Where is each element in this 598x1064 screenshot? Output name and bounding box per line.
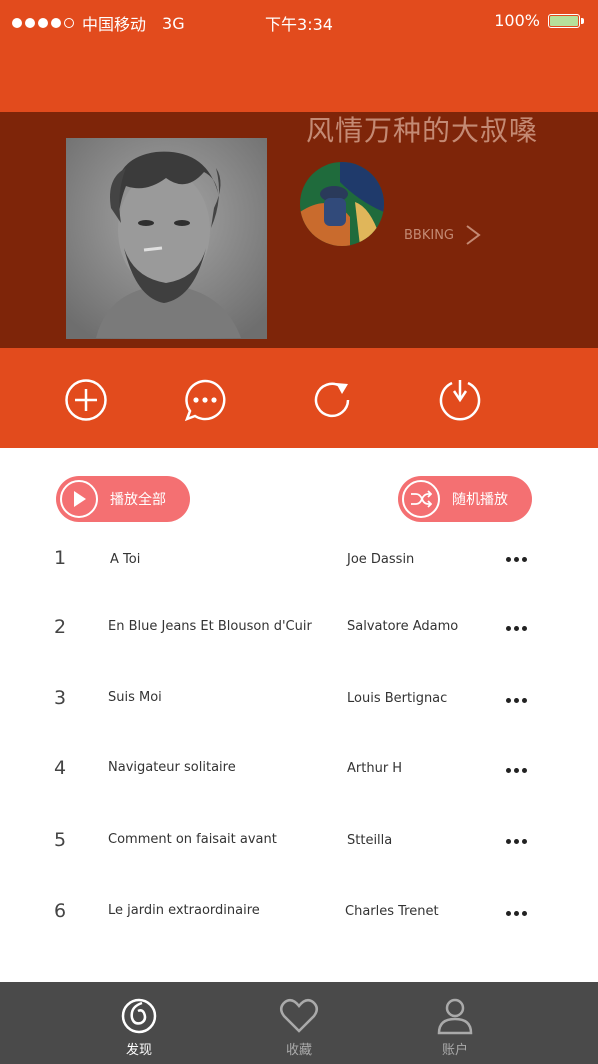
nav-bar (0, 42, 598, 112)
tab-account[interactable]: 账户 (395, 982, 515, 1064)
tab-discover[interactable]: 发现 (79, 982, 199, 1064)
tab-favorites[interactable]: 收藏 (239, 982, 359, 1064)
creator-link[interactable]: BBKING (404, 224, 482, 246)
play-controls: 播放全部 随机播放 (0, 476, 598, 522)
action-bar (0, 348, 598, 448)
song-number: 1 (54, 547, 67, 569)
creator-avatar[interactable] (300, 162, 384, 246)
shuffle-label: 随机播放 (452, 492, 508, 508)
tab-label: 发现 (125, 1043, 152, 1058)
song-title: Navigateur solitaire (108, 760, 236, 775)
add-icon[interactable] (64, 378, 108, 422)
song-title: Suis Moi (108, 690, 162, 705)
more-icon[interactable] (506, 911, 527, 916)
song-row[interactable]: 6 Le jardin extraordinaire Charles Trene… (0, 875, 598, 945)
song-number: 2 (54, 616, 67, 638)
status-right: 100% (494, 11, 584, 30)
playlist-title: 风情万种的大叔嗓 (306, 114, 539, 147)
song-artist: Charles Trenet (345, 904, 439, 919)
more-icon[interactable] (506, 839, 527, 844)
more-icon[interactable] (506, 698, 527, 703)
tab-bar: 发现 收藏 账户 (0, 982, 598, 1064)
tab-label: 收藏 (285, 1043, 312, 1058)
song-artist: Joe Dassin (347, 552, 415, 567)
song-number: 5 (54, 829, 67, 851)
shuffle-button[interactable]: 随机播放 (398, 476, 532, 522)
chevron-right-icon (466, 225, 481, 245)
battery-percent: 100% (494, 11, 540, 30)
status-bar: 中国移动 3G 下午3:34 100% (0, 0, 598, 42)
song-artist: Arthur H (347, 761, 403, 776)
song-row[interactable]: 1 A Toi Joe Dassin (0, 525, 598, 595)
more-icon[interactable] (506, 768, 527, 773)
heart-icon (280, 998, 318, 1033)
song-title: Comment on faisait avant (108, 832, 277, 847)
playlist-header: 风情万种的大叔嗓 BBKING (0, 112, 598, 348)
song-artist: Salvatore Adamo (347, 619, 459, 634)
more-icon[interactable] (506, 557, 527, 562)
song-number: 6 (54, 900, 67, 922)
song-row[interactable]: 3 Suis Moi Louis Bertignac (0, 665, 598, 735)
song-number: 4 (54, 757, 67, 779)
song-artist: Louis Bertignac (347, 691, 448, 706)
shuffle-icon (402, 480, 440, 518)
song-row[interactable]: 2 En Blue Jeans Et Blouson d'Cuir Salvat… (0, 595, 598, 665)
play-all-button[interactable]: 播放全部 (56, 476, 190, 522)
song-row[interactable]: 5 Comment on faisait avant Stteilla (0, 805, 598, 875)
playlist-cover-image[interactable] (66, 138, 267, 339)
tab-label: 账户 (441, 1043, 468, 1058)
discover-icon (121, 998, 157, 1034)
song-number: 3 (54, 687, 67, 709)
more-icon[interactable] (506, 626, 527, 631)
battery-icon (548, 13, 584, 28)
creator-name: BBKING (404, 227, 454, 243)
share-icon[interactable] (310, 378, 354, 422)
song-title: A Toi (110, 552, 141, 567)
play-icon (60, 480, 98, 518)
song-artist: Stteilla (347, 833, 393, 848)
comment-icon[interactable] (183, 378, 227, 422)
song-title: En Blue Jeans Et Blouson d'Cuir (108, 619, 312, 634)
song-title: Le jardin extraordinaire (108, 903, 260, 918)
play-all-label: 播放全部 (110, 492, 166, 508)
user-icon (437, 998, 473, 1035)
song-row[interactable]: 4 Navigateur solitaire Arthur H (0, 735, 598, 805)
download-icon[interactable] (438, 378, 482, 422)
